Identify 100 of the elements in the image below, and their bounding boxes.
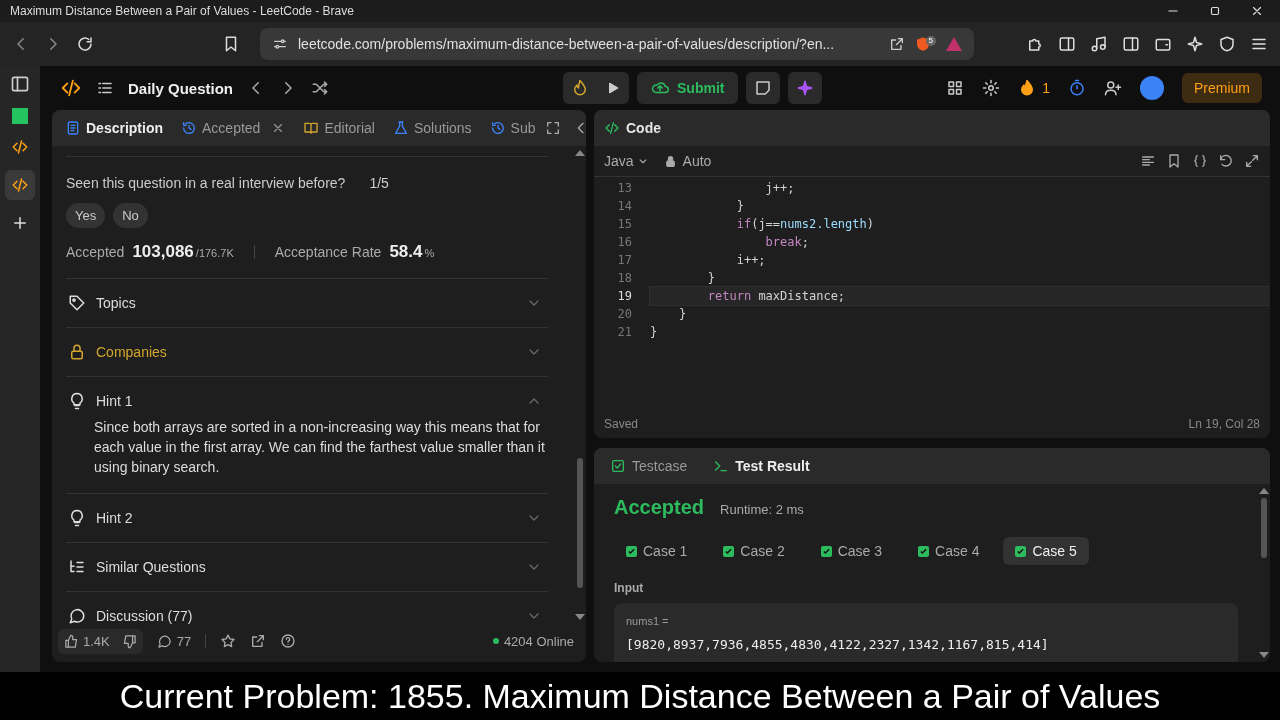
- line-number: 17: [616, 253, 633, 267]
- section-header[interactable]: Hint 2: [66, 494, 548, 542]
- answer-button[interactable]: No: [113, 203, 148, 228]
- submit-button[interactable]: Submit: [637, 72, 739, 104]
- format-icon[interactable]: [1140, 153, 1156, 169]
- shuffle-icon[interactable]: [311, 79, 330, 97]
- document-icon: [65, 120, 81, 136]
- accepted-count: 103,086: [132, 242, 194, 262]
- section-header[interactable]: Topics: [66, 279, 548, 327]
- line-number: 13: [616, 181, 633, 195]
- line-number: 14: [616, 199, 633, 213]
- shield-icon[interactable]: [1218, 35, 1236, 53]
- input-box: nums1 = [9820,8937,7936,4855,4830,4122,2327,1342,1167,815,414]: [614, 603, 1238, 662]
- panel-tab[interactable]: Testcase: [604, 457, 694, 475]
- undo-icon[interactable]: [1218, 153, 1234, 169]
- terminal-icon: [713, 458, 730, 474]
- add-user-icon[interactable]: [1104, 79, 1122, 97]
- panel-tab[interactable]: Test Result: [707, 457, 816, 475]
- section-header[interactable]: Discussion (77): [66, 592, 548, 624]
- panel-tab[interactable]: Solutions: [388, 120, 477, 136]
- chat-icon: [68, 607, 86, 624]
- sparkle-icon[interactable]: [1186, 35, 1204, 53]
- panel-title: Code: [626, 120, 661, 136]
- share-icon[interactable]: [250, 633, 267, 649]
- cursor-position: Ln 19, Col 28: [1188, 417, 1260, 431]
- verdict: Accepted: [614, 496, 705, 519]
- interview-question: Seen this question in a real interview before?: [66, 175, 346, 191]
- expand-icon[interactable]: [1244, 153, 1260, 169]
- fullscreen-icon[interactable]: [544, 120, 561, 136]
- section-header[interactable]: Companies: [66, 328, 548, 376]
- panel-tab[interactable]: Accepted: [176, 120, 291, 136]
- reload-icon[interactable]: [76, 35, 94, 53]
- flask-icon: [393, 120, 409, 136]
- code-line: }: [650, 324, 659, 341]
- settings-icon[interactable]: [982, 79, 1001, 97]
- logo-icon[interactable]: [11, 138, 29, 156]
- lightbulb-icon: [68, 509, 86, 527]
- sidebar-icon[interactable]: [10, 74, 30, 94]
- timer-icon[interactable]: [1068, 79, 1086, 97]
- code-line: break;: [764, 234, 810, 251]
- section-header[interactable]: Similar Questions: [66, 543, 548, 591]
- line-number: 15: [616, 217, 633, 231]
- line-number: 18: [616, 271, 633, 285]
- code-line: }: [677, 306, 688, 323]
- checkbox-icon: [610, 458, 626, 474]
- music-icon[interactable]: [1090, 35, 1108, 53]
- share-icon[interactable]: [888, 36, 905, 52]
- comment-icon[interactable]: [156, 633, 172, 649]
- language-dropdown[interactable]: Java: [604, 153, 650, 169]
- percent-sign: %: [424, 247, 435, 259]
- code-line: j++;: [764, 180, 796, 197]
- comment-count[interactable]: 77: [176, 633, 192, 649]
- submission-total: /176.7K: [195, 247, 234, 259]
- help-icon[interactable]: [280, 633, 297, 649]
- tune-icon[interactable]: [272, 36, 288, 52]
- history-icon: [181, 120, 197, 136]
- layout-icon[interactable]: [946, 79, 965, 97]
- input-label: Input: [614, 581, 645, 595]
- streak-count[interactable]: 1: [1042, 80, 1050, 96]
- hint-text: Since both arrays are sorted in a non-increasing way this means that for each value in the first array. We can find the farthest value smaller than it using binary search.: [93, 418, 546, 477]
- code-icon[interactable]: [604, 120, 620, 136]
- lock-icon: [68, 343, 86, 361]
- address-bar[interactable]: leetcode.com/problems/maximum-distance-between-a-pair-of-values/description/?en... 5: [260, 28, 974, 60]
- case-tab[interactable]: Case 4: [906, 537, 992, 565]
- case-tab[interactable]: Case 2: [711, 537, 797, 565]
- book-icon: [303, 120, 320, 136]
- avatar[interactable]: [1140, 76, 1164, 100]
- case-tab[interactable]: Case 5: [1003, 537, 1089, 565]
- panel-tab[interactable]: Sub: [484, 120, 541, 136]
- line-number: 16: [616, 235, 633, 249]
- code-line: if(j==nums2.length): [735, 216, 875, 233]
- code-line: i++;: [735, 252, 767, 269]
- premium-button[interactable]: Premium: [1182, 73, 1262, 103]
- online-count: 4204 Online: [503, 633, 574, 649]
- code-line: }: [706, 270, 717, 287]
- line-number: 20: [616, 307, 633, 321]
- case-tab[interactable]: Case 3: [808, 537, 895, 565]
- code-line: }: [735, 198, 745, 215]
- panel-tab[interactable]: Editorial: [298, 120, 380, 136]
- stat-label: Accepted: [66, 244, 125, 260]
- online-dot: [492, 638, 499, 644]
- close-icon[interactable]: [1250, 4, 1264, 18]
- sidebar-icon[interactable]: [1122, 35, 1140, 53]
- line-number: 21: [616, 325, 633, 339]
- case-tab[interactable]: Case 1: [614, 537, 700, 565]
- braces-icon[interactable]: [1192, 153, 1208, 169]
- bookmark-icon[interactable]: [1166, 153, 1182, 169]
- logo-icon[interactable]: [60, 77, 82, 99]
- star-icon[interactable]: [220, 633, 237, 649]
- logo-icon[interactable]: [11, 176, 29, 194]
- lock-icon[interactable]: [663, 154, 677, 168]
- answer-button[interactable]: Yes: [66, 203, 106, 228]
- tag-icon: [68, 294, 86, 312]
- panel-tab[interactable]: Description: [60, 120, 168, 136]
- problem-list-title[interactable]: Daily Question: [128, 79, 234, 97]
- thumbs-up-icon: [64, 633, 79, 649]
- mode-label: Auto: [682, 153, 712, 169]
- save-status: Saved: [604, 417, 639, 431]
- add-icon[interactable]: [11, 214, 29, 232]
- maximize-icon[interactable]: [1208, 4, 1222, 18]
